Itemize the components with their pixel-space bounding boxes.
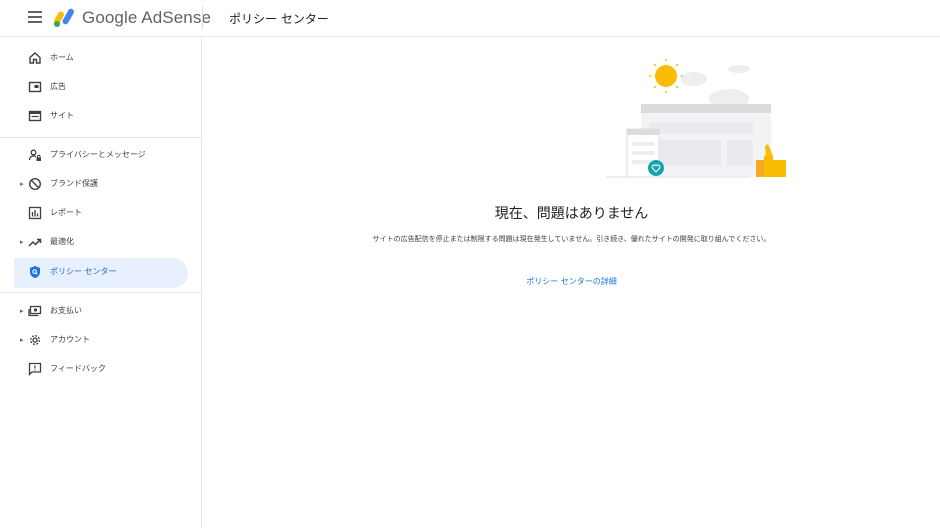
expand-caret-icon: ▸ — [20, 180, 24, 188]
sidebar-item-payments[interactable]: ▸ お支払い — [0, 297, 188, 327]
main-content: 現在、問題はありません サイトの広告配信を停止または制限する問題は現在発生してい… — [203, 38, 940, 528]
sidebar-item-label: サイト — [50, 111, 74, 120]
expand-caret-icon: ▸ — [20, 238, 24, 246]
policy-shield-icon — [30, 266, 40, 278]
sidebar-item-optimization[interactable]: ▸ 最適化 — [0, 228, 188, 258]
menu-icon[interactable] — [28, 11, 42, 25]
ad-unit-icon — [28, 81, 42, 93]
sidebar-item-label: レポート — [50, 208, 82, 217]
bar-chart-icon — [28, 206, 42, 220]
sidebar-item-account[interactable]: ▸ アカウント — [0, 326, 188, 356]
sidebar-item-brand-safety[interactable]: ▸ ブランド保護 — [0, 170, 188, 200]
top-app-bar: Google AdSense ポリシー センター — [0, 0, 940, 37]
expand-caret-icon: ▸ — [20, 336, 24, 344]
policy-center-details-link[interactable]: ポリシー センターの詳細 — [203, 276, 940, 287]
sidebar-divider — [0, 137, 202, 138]
header-divider — [202, 6, 203, 30]
payments-icon — [28, 305, 42, 317]
sidebar-item-label: プライバシーとメッセージ — [50, 150, 146, 159]
feedback-icon — [28, 362, 42, 376]
web-icon — [28, 110, 42, 122]
no-issues-illustration — [606, 59, 786, 178]
sidebar-item-policy-center[interactable]: ポリシー センター — [14, 258, 188, 288]
brand-name: Google AdSense — [82, 8, 211, 27]
adsense-logo — [54, 8, 74, 27]
sidebar-item-label: ホーム — [50, 53, 74, 62]
person-lock-icon — [28, 149, 41, 161]
sidebar: ホーム 広告 サイト プライバシーとメッセージ ▸ ブランド保護 レポート ▸ … — [0, 38, 202, 528]
sidebar-item-home[interactable]: ホーム — [0, 44, 188, 74]
sidebar-item-ads[interactable]: 広告 — [0, 73, 188, 103]
sidebar-item-label: フィードバック — [50, 364, 106, 373]
trending-up-icon — [28, 238, 42, 247]
sidebar-item-label: アカウント — [50, 335, 90, 344]
expand-caret-icon: ▸ — [20, 307, 24, 315]
status-description: サイトの広告配信を停止または制限する問題は現在発生していません。引き続き、優れた… — [372, 235, 771, 243]
sidebar-item-label: お支払い — [50, 306, 82, 315]
block-icon — [28, 177, 42, 191]
gear-icon — [30, 335, 40, 345]
sidebar-item-reports[interactable]: レポート — [0, 199, 188, 229]
page-title: ポリシー センター — [229, 12, 329, 26]
home-icon — [29, 52, 41, 64]
sidebar-item-label: ブランド保護 — [50, 179, 98, 188]
sidebar-item-label: 最適化 — [50, 237, 74, 246]
sidebar-item-label: ポリシー センター — [50, 267, 117, 276]
sidebar-item-sites[interactable]: サイト — [0, 102, 188, 132]
sidebar-item-label: 広告 — [50, 82, 66, 91]
sidebar-item-privacy-messaging[interactable]: プライバシーとメッセージ — [0, 141, 188, 171]
sidebar-item-feedback[interactable]: フィードバック — [0, 355, 188, 385]
status-title: 現在、問題はありません — [494, 206, 649, 222]
sidebar-divider — [0, 292, 202, 293]
